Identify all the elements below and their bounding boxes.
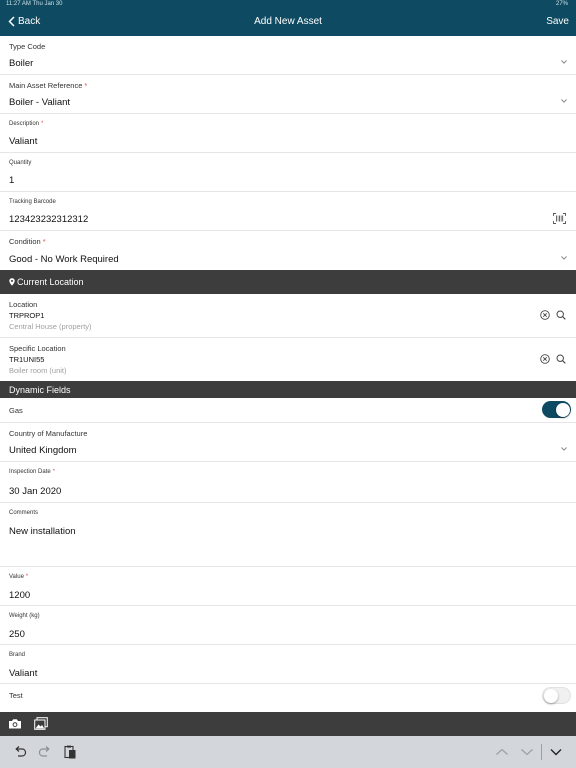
required-marker: * <box>25 574 29 580</box>
condition-label: Condition <box>9 237 41 246</box>
weight-input[interactable]: 250 <box>9 629 25 640</box>
chevron-down-icon[interactable] <box>561 60 567 64</box>
inspection-date-field[interactable]: Inspection Date * 30 Jan 2020 <box>0 462 576 503</box>
specific-location-code: TR1UNI55 <box>9 355 45 364</box>
required-marker: * <box>52 469 56 475</box>
location-code: TRPROP1 <box>9 311 45 320</box>
gas-toggle[interactable] <box>542 401 571 418</box>
save-button[interactable]: Save <box>546 16 569 27</box>
weight-label: Weight (kg) <box>9 613 40 619</box>
type-code-value[interactable]: Boiler <box>9 58 33 69</box>
map-pin-icon <box>9 278 15 286</box>
search-icon[interactable] <box>556 310 566 320</box>
required-marker: * <box>42 237 46 246</box>
keyboard-accessory-bar <box>0 736 576 768</box>
test-field: Test <box>0 684 576 712</box>
gas-toggle-knob <box>555 402 570 417</box>
test-toggle-knob <box>544 689 558 703</box>
main-asset-reference-field[interactable]: Main Asset Reference * Boiler - Valiant <box>0 75 576 114</box>
main-asset-reference-label: Main Asset Reference <box>9 81 83 90</box>
description-input[interactable]: Valiant <box>9 136 37 147</box>
tracking-barcode-label: Tracking Barcode <box>9 199 56 205</box>
comments-textarea[interactable]: New installation <box>9 526 76 537</box>
chevron-down-icon[interactable] <box>561 256 567 260</box>
condition-field[interactable]: Condition * Good - No Work Required <box>0 231 576 270</box>
test-label: Test <box>9 691 23 700</box>
paste-icon[interactable] <box>63 745 77 759</box>
specific-location-label: Specific Location <box>9 344 66 353</box>
type-code-label: Type Code <box>9 42 46 51</box>
gas-label: Gas <box>9 406 23 415</box>
undo-icon[interactable] <box>13 745 27 759</box>
toolbar-divider <box>541 744 542 760</box>
inspection-date-label: Inspection Date <box>9 469 51 475</box>
search-icon[interactable] <box>556 354 566 364</box>
quantity-input[interactable]: 1 <box>9 175 14 186</box>
location-label: Location <box>9 300 38 309</box>
barcode-icon[interactable] <box>553 213 566 224</box>
quantity-field[interactable]: Quantity 1 <box>0 153 576 192</box>
country-of-manufacture-value[interactable]: United Kingdom <box>9 445 77 456</box>
description-label: Description <box>9 121 40 127</box>
description-field[interactable]: Description * Valiant <box>0 114 576 153</box>
main-asset-reference-value[interactable]: Boiler - Valiant <box>9 97 70 108</box>
chevron-down-icon[interactable] <box>520 745 534 759</box>
value-label: Value <box>9 574 24 580</box>
location-field[interactable]: Location TRPROP1 Central House (property… <box>0 294 576 338</box>
specific-location-description: Boiler room (unit) <box>9 366 67 375</box>
status-bar: 11:27 AM Thu Jan 30 27% <box>0 0 576 9</box>
comments-label: Comments <box>9 510 39 516</box>
clear-circle-icon[interactable] <box>540 354 550 364</box>
chevron-up-icon[interactable] <box>495 745 509 759</box>
camera-icon[interactable] <box>8 717 22 730</box>
battery-level: 27% <box>555 1 568 7</box>
dynamic-fields-title: Dynamic Fields <box>9 384 71 395</box>
inspection-date-input[interactable]: 30 Jan 2020 <box>9 486 61 497</box>
tracking-barcode-field[interactable]: Tracking Barcode 123423232312312 <box>0 192 576 231</box>
required-marker: * <box>41 121 44 127</box>
specific-location-field[interactable]: Specific Location TR1UNI55 Boiler room (… <box>0 338 576 381</box>
comments-field[interactable]: Comments New installation <box>0 503 576 567</box>
weight-field[interactable]: Weight (kg) 250 <box>0 606 576 645</box>
quantity-label: Quantity <box>9 160 32 166</box>
current-location-section-header: Current Location <box>0 270 576 294</box>
test-toggle[interactable] <box>542 687 571 704</box>
country-of-manufacture-field[interactable]: Country of Manufacture United Kingdom <box>0 423 576 462</box>
chevron-down-icon[interactable] <box>561 447 567 451</box>
required-marker: * <box>84 81 88 90</box>
page-title: Add New Asset <box>254 16 322 27</box>
clear-circle-icon[interactable] <box>540 310 550 320</box>
photo-toolbar <box>0 712 576 736</box>
navigation-bar: Back Add New Asset Save <box>0 9 576 36</box>
gas-field: Gas <box>0 398 576 423</box>
location-description: Central House (property) <box>9 322 92 331</box>
type-code-field[interactable]: Type Code Boiler <box>0 36 576 75</box>
value-input[interactable]: 1200 <box>9 590 30 601</box>
value-field[interactable]: Value * 1200 <box>0 567 576 606</box>
dynamic-fields-section-header: Dynamic Fields <box>0 381 576 398</box>
brand-field[interactable]: Brand Valiant <box>0 645 576 684</box>
country-of-manufacture-label: Country of Manufacture <box>9 429 88 438</box>
condition-value[interactable]: Good - No Work Required <box>9 254 119 265</box>
current-location-title: Current Location <box>17 277 84 287</box>
brand-input[interactable]: Valiant <box>9 668 37 679</box>
brand-label: Brand <box>9 652 26 658</box>
photo-gallery-icon[interactable] <box>34 717 48 730</box>
tracking-barcode-input[interactable]: 123423232312312 <box>9 214 88 225</box>
chevron-down-icon[interactable] <box>561 99 567 103</box>
redo-icon[interactable] <box>38 745 52 759</box>
keyboard-dismiss-icon[interactable] <box>549 745 563 759</box>
status-time-date: 11:27 AM Thu Jan 30 <box>6 1 63 7</box>
